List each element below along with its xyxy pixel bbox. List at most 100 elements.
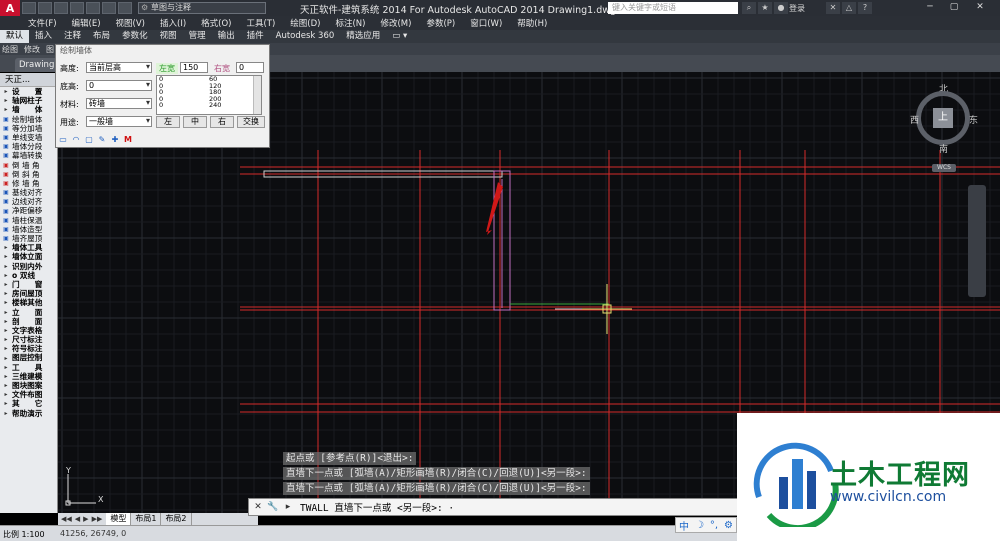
tab-view[interactable]: 视图 <box>154 30 183 43</box>
command-line[interactable]: ✕ 🔧 ▸ TWALL 直墙下一点或 <另一段>: · <box>248 498 740 516</box>
last-layout-icon[interactable]: ▶▶ <box>92 515 103 523</box>
left-width-input[interactable]: 150 <box>180 62 208 73</box>
palette-item[interactable]: ▸ 设 置 <box>0 87 57 96</box>
ime-toolbar[interactable]: 中 ☽ °, ⚙ <box>675 517 737 533</box>
palette-item[interactable]: ▣ 修 墙 角 <box>0 179 57 188</box>
viewcube-top-face[interactable]: 上 <box>933 108 953 128</box>
viewcube-east[interactable]: 东 <box>969 113 978 126</box>
modeless-icon[interactable]: M <box>123 135 133 145</box>
subscription-icon[interactable]: ★ <box>758 2 772 14</box>
redo-icon[interactable] <box>118 2 132 14</box>
rectangle-wall-icon[interactable]: ▢ <box>84 135 94 145</box>
menu-modify[interactable]: 修改(M) <box>380 17 411 29</box>
palette-item[interactable]: ▸ 剖 面 <box>0 317 57 326</box>
menu-dimension[interactable]: 标注(N) <box>335 17 365 29</box>
palette-item[interactable]: ▣ 墙柱保温 <box>0 216 57 225</box>
palette-item[interactable]: ▸ o 双线 <box>0 271 57 280</box>
palette-item[interactable]: ▸ 立 面 <box>0 308 57 317</box>
user-icon[interactable]: ● <box>774 2 788 14</box>
palette-item[interactable]: ▸ 文件布图 <box>0 390 57 399</box>
height-select[interactable]: 当前层高 <box>86 62 152 73</box>
save-icon[interactable] <box>54 2 68 14</box>
palette-item[interactable]: ▸ 图块图案 <box>0 381 57 390</box>
palette-item[interactable]: ▣ 单线变墙 <box>0 133 57 142</box>
menu-parametric[interactable]: 参数(P) <box>426 17 455 29</box>
palette-item[interactable]: ▸ 墙体立面 <box>0 252 57 261</box>
palette-item[interactable]: ▸ 工 具 <box>0 363 57 372</box>
menu-file[interactable]: 文件(F) <box>28 17 57 29</box>
palette-item[interactable]: ▸ 识别内外 <box>0 262 57 271</box>
ime-mode-icon[interactable]: 中 <box>679 518 689 533</box>
palette-item[interactable]: ▣ 墙体分段 <box>0 142 57 151</box>
help-icon[interactable]: ? <box>858 2 872 14</box>
straight-wall-icon[interactable]: ▭ <box>58 135 68 145</box>
pick-icon[interactable]: ✎ <box>97 135 107 145</box>
panel-layer[interactable]: 图 <box>46 44 54 55</box>
menu-view[interactable]: 视图(V) <box>116 17 145 29</box>
palette-item[interactable]: ▸ 其 它 <box>0 399 57 408</box>
palette-item[interactable]: ▣ 墙齐屋顶 <box>0 234 57 243</box>
palette-item[interactable]: ▣ 倒 墙 角 <box>0 161 57 170</box>
palette-item[interactable]: ▸ 墙 体 <box>0 105 57 114</box>
application-menu-button[interactable]: A <box>0 0 20 16</box>
palette-item[interactable]: ▸ 三维建模 <box>0 372 57 381</box>
new-file-icon[interactable] <box>22 2 36 14</box>
workspace-select[interactable]: ⚙ 草图与注释 <box>138 2 266 14</box>
tab-output[interactable]: 输出 <box>212 30 241 43</box>
menu-format[interactable]: 格式(O) <box>201 17 231 29</box>
exchange-icon[interactable]: ✕ <box>826 2 840 14</box>
search-icon[interactable]: ⌕ <box>742 2 756 14</box>
maximize-icon[interactable]: ▢ <box>944 1 964 14</box>
tab-layout1[interactable]: 布局1 <box>131 513 162 525</box>
palette-item[interactable]: ▣ 倒 斜 角 <box>0 170 57 179</box>
ime-settings-icon[interactable]: ⚙ <box>724 520 733 531</box>
wall-width-list[interactable]: 0 60 0 120 0 180 0 200 0 240 <box>156 75 262 115</box>
palette-item[interactable]: ▸ 轴网柱子 <box>0 96 57 105</box>
tab-annotate[interactable]: 注释 <box>58 30 87 43</box>
ribbon-options-icon[interactable]: ▭ ▾ <box>386 30 413 43</box>
undo-icon[interactable] <box>102 2 116 14</box>
customize-wrench-icon[interactable]: 🔧 <box>267 500 279 514</box>
prev-layout-icon[interactable]: ◀ <box>75 515 80 523</box>
tab-insert[interactable]: 插入 <box>29 30 58 43</box>
menu-insert[interactable]: 插入(I) <box>160 17 186 29</box>
ime-halfwidth-icon[interactable]: ☽ <box>695 520 704 531</box>
swap-width-button[interactable]: 交换 <box>237 116 265 128</box>
palette-item[interactable]: ▸ 房间屋顶 <box>0 289 57 298</box>
tab-parametric[interactable]: 参数化 <box>116 30 154 43</box>
usage-select[interactable]: 一般墙 <box>86 116 152 127</box>
first-layout-icon[interactable]: ◀◀ <box>61 515 72 523</box>
snap-icon[interactable]: ✚ <box>110 135 120 145</box>
help-search-input[interactable]: 键入关键字或短语 <box>608 2 738 14</box>
open-file-icon[interactable] <box>38 2 52 14</box>
menu-help[interactable]: 帮助(H) <box>517 17 547 29</box>
palette-item[interactable]: ▸ 图层控制 <box>0 353 57 362</box>
right-width-input[interactable]: 0 <box>236 62 264 73</box>
menu-draw[interactable]: 绘图(D) <box>290 17 320 29</box>
palette-item[interactable]: ▸ 楼梯其他 <box>0 298 57 307</box>
align-left-button[interactable]: 左 <box>156 116 180 128</box>
palette-item[interactable]: ▸ 尺寸标注 <box>0 335 57 344</box>
wcs-menu[interactable]: WCS <box>932 164 956 172</box>
a360-icon[interactable]: △ <box>842 2 856 14</box>
base-height-select[interactable]: 0 <box>86 80 152 91</box>
viewcube[interactable]: 北 上 西 东 南 WCS <box>910 82 978 172</box>
panel-modify[interactable]: 修改 <box>24 44 40 55</box>
align-right-button[interactable]: 右 <box>210 116 234 128</box>
tab-autodesk-360[interactable]: Autodesk 360 <box>270 30 341 43</box>
print-icon[interactable] <box>86 2 100 14</box>
ime-punctuation-icon[interactable]: °, <box>710 520 718 531</box>
login-link[interactable]: 登录 <box>789 3 805 14</box>
palette-item[interactable]: ▣ 绘制墙体 <box>0 115 57 124</box>
arc-wall-icon[interactable]: ◠ <box>71 135 81 145</box>
palette-item[interactable]: ▣ 墙体造型 <box>0 225 57 234</box>
material-select[interactable]: 砖墙 <box>86 98 152 109</box>
save-as-icon[interactable] <box>70 2 84 14</box>
minimize-icon[interactable]: ─ <box>920 1 940 14</box>
palette-item[interactable]: ▸ 墙体工具 <box>0 243 57 252</box>
menu-window[interactable]: 窗口(W) <box>470 17 502 29</box>
tab-featured-apps[interactable]: 精选应用 <box>340 30 386 43</box>
command-prompt-text[interactable]: TWALL 直墙下一点或 <另一段>: · <box>300 500 454 514</box>
document-tab-drawing1[interactable]: Drawing1 <box>15 58 60 72</box>
annotation-scale[interactable]: 比例 1:100 <box>3 529 45 540</box>
